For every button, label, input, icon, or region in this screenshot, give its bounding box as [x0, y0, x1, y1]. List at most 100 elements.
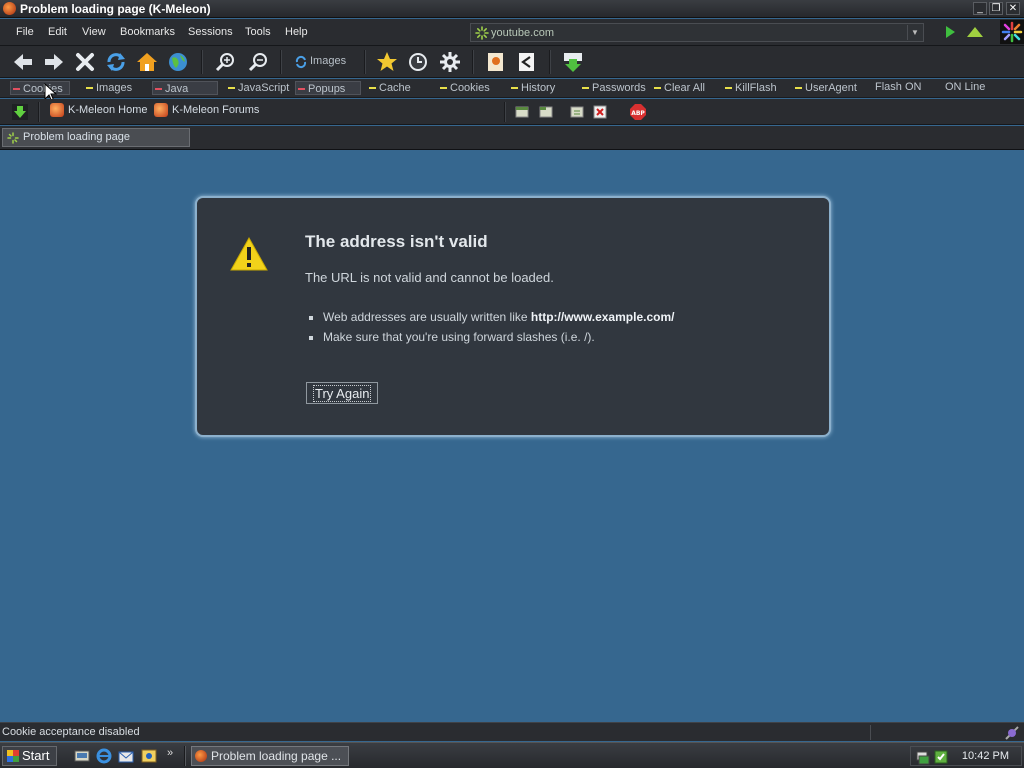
hint-item: Make sure that you're using forward slas…: [323, 330, 674, 344]
globe-button[interactable]: [165, 50, 191, 74]
k-meleon-app-icon[interactable]: [3, 2, 16, 15]
preferences-button[interactable]: [437, 50, 463, 74]
media-player-icon[interactable]: [141, 748, 157, 764]
toggle-useragent[interactable]: UserAgent: [793, 81, 857, 95]
svg-text:ABP: ABP: [631, 110, 645, 117]
internet-explorer-icon[interactable]: [96, 748, 112, 764]
stop-x-icon: [76, 53, 94, 71]
forward-arrow-icon: [45, 54, 63, 70]
view-source-button[interactable]: [514, 50, 540, 74]
toggle-label: Cookies: [450, 82, 490, 94]
history-button[interactable]: [405, 50, 431, 74]
toggle-cache[interactable]: Cache: [367, 81, 411, 95]
zoom-out-button[interactable]: [245, 50, 271, 74]
toggle-clear-all[interactable]: Clear All: [652, 81, 705, 95]
stop-button[interactable]: [72, 50, 98, 74]
security-tray-icon[interactable]: [933, 749, 949, 765]
toggle-clear-cookies[interactable]: Cookies: [438, 81, 490, 95]
clock-icon: [409, 53, 427, 71]
toggle-killflash[interactable]: KillFlash: [723, 81, 777, 95]
tab-problem-loading-page[interactable]: Problem loading page: [2, 128, 190, 147]
hint-item: Web addresses are usually written like h…: [323, 310, 674, 324]
toggle-passwords[interactable]: Passwords: [580, 81, 646, 95]
reload-button[interactable]: [103, 50, 129, 74]
toolbar-separator: [201, 50, 203, 74]
menu-edit[interactable]: Edit: [48, 26, 67, 38]
reload-icon: [107, 53, 125, 71]
warning-triangle-icon: [230, 236, 268, 271]
status-bar: Cookie acceptance disabled: [0, 722, 1024, 741]
menu-view[interactable]: View: [82, 26, 106, 38]
download-icon: [564, 53, 582, 72]
taskbar: Start » Problem loading page ... 10:42 P…: [0, 742, 1024, 768]
toolbar-separator: [280, 50, 282, 74]
toggle-label: Passwords: [592, 82, 646, 94]
status-text: Cookie acceptance disabled: [2, 726, 140, 738]
close-tab-icon[interactable]: [593, 105, 607, 119]
toggle-javascript[interactable]: JavaScript: [226, 81, 289, 95]
toggle-label: Images: [96, 82, 133, 94]
go-icon[interactable]: [943, 25, 957, 39]
window-tabs-icon[interactable]: [570, 105, 584, 119]
toggle-java[interactable]: Java: [152, 81, 218, 95]
tab-loading-icon: [7, 132, 19, 144]
try-again-button[interactable]: Try Again: [306, 382, 379, 404]
zoom-in-button[interactable]: [212, 50, 238, 74]
toolbar-separator: [38, 102, 40, 122]
minimize-button[interactable]: _: [973, 2, 987, 15]
bookmarks-toolbar: K-Meleon Home K-Meleon Forums ABP: [0, 99, 1024, 125]
bookmark-kmeleon-forums[interactable]: K-Meleon Forums: [154, 103, 260, 117]
download-arrow-icon[interactable]: [12, 104, 28, 120]
taskbar-window-label: Problem loading page ...: [211, 749, 342, 763]
toggle-flash-on[interactable]: Flash ON: [875, 81, 921, 93]
up-arrow-icon[interactable]: [966, 26, 984, 38]
close-button[interactable]: ✕: [1006, 2, 1020, 15]
home-icon: [137, 53, 157, 71]
images-toggle-button[interactable]: Images: [294, 55, 346, 71]
back-button[interactable]: [10, 50, 36, 74]
bookmark-label: K-Meleon Forums: [172, 104, 260, 116]
bookmark-label: K-Meleon Home: [68, 104, 148, 116]
forward-button[interactable]: [41, 50, 67, 74]
toggle-popups[interactable]: Popups: [295, 81, 361, 95]
show-desktop-icon[interactable]: [74, 748, 90, 764]
throbber-logo-icon: [1000, 20, 1024, 44]
url-bar[interactable]: ▼: [470, 23, 924, 42]
restore-button[interactable]: ❐: [989, 2, 1003, 15]
page-info-button[interactable]: [483, 50, 509, 74]
loading-spinner-icon: [475, 26, 489, 40]
taskbar-window-button[interactable]: Problem loading page ...: [191, 746, 349, 766]
zoom-out-icon: [248, 53, 267, 72]
outlook-express-icon[interactable]: [118, 748, 134, 764]
taskbar-clock: 10:42 PM: [961, 750, 1009, 762]
error-title: The address isn't valid: [305, 232, 488, 251]
toolbar-separator: [364, 50, 366, 74]
taskbar-separator: [184, 746, 186, 766]
toggle-cookies[interactable]: Cookies: [10, 81, 70, 95]
menu-sessions[interactable]: Sessions: [188, 26, 233, 38]
menu-help[interactable]: Help: [285, 26, 308, 38]
kmeleon-bookmark-icon: [50, 103, 64, 117]
toggle-label: Clear All: [664, 82, 705, 94]
bookmark-kmeleon-home[interactable]: K-Meleon Home: [50, 103, 148, 117]
network-tray-icon[interactable]: [915, 749, 931, 765]
bookmarks-button[interactable]: [374, 50, 400, 74]
zoom-in-icon: [215, 53, 234, 72]
new-tab-icon[interactable]: [539, 105, 553, 119]
toggle-online[interactable]: ON Line: [945, 81, 985, 93]
toggle-images[interactable]: Images: [84, 81, 132, 95]
url-input[interactable]: [491, 25, 901, 40]
menu-file[interactable]: File: [16, 26, 34, 38]
start-button[interactable]: Start: [2, 746, 57, 766]
menu-tools[interactable]: Tools: [245, 26, 271, 38]
url-dropdown-button[interactable]: ▼: [907, 25, 922, 40]
system-tray: 10:42 PM: [910, 746, 1022, 766]
menu-bookmarks[interactable]: Bookmarks: [120, 26, 175, 38]
toggle-history[interactable]: History: [509, 81, 555, 95]
cookie-status-icon[interactable]: [1004, 725, 1020, 741]
home-button[interactable]: [134, 50, 160, 74]
quicklaunch-more-icon[interactable]: »: [167, 747, 173, 759]
new-window-icon[interactable]: [515, 105, 529, 119]
adblock-icon[interactable]: ABP: [629, 103, 647, 121]
download-button[interactable]: [560, 50, 586, 74]
